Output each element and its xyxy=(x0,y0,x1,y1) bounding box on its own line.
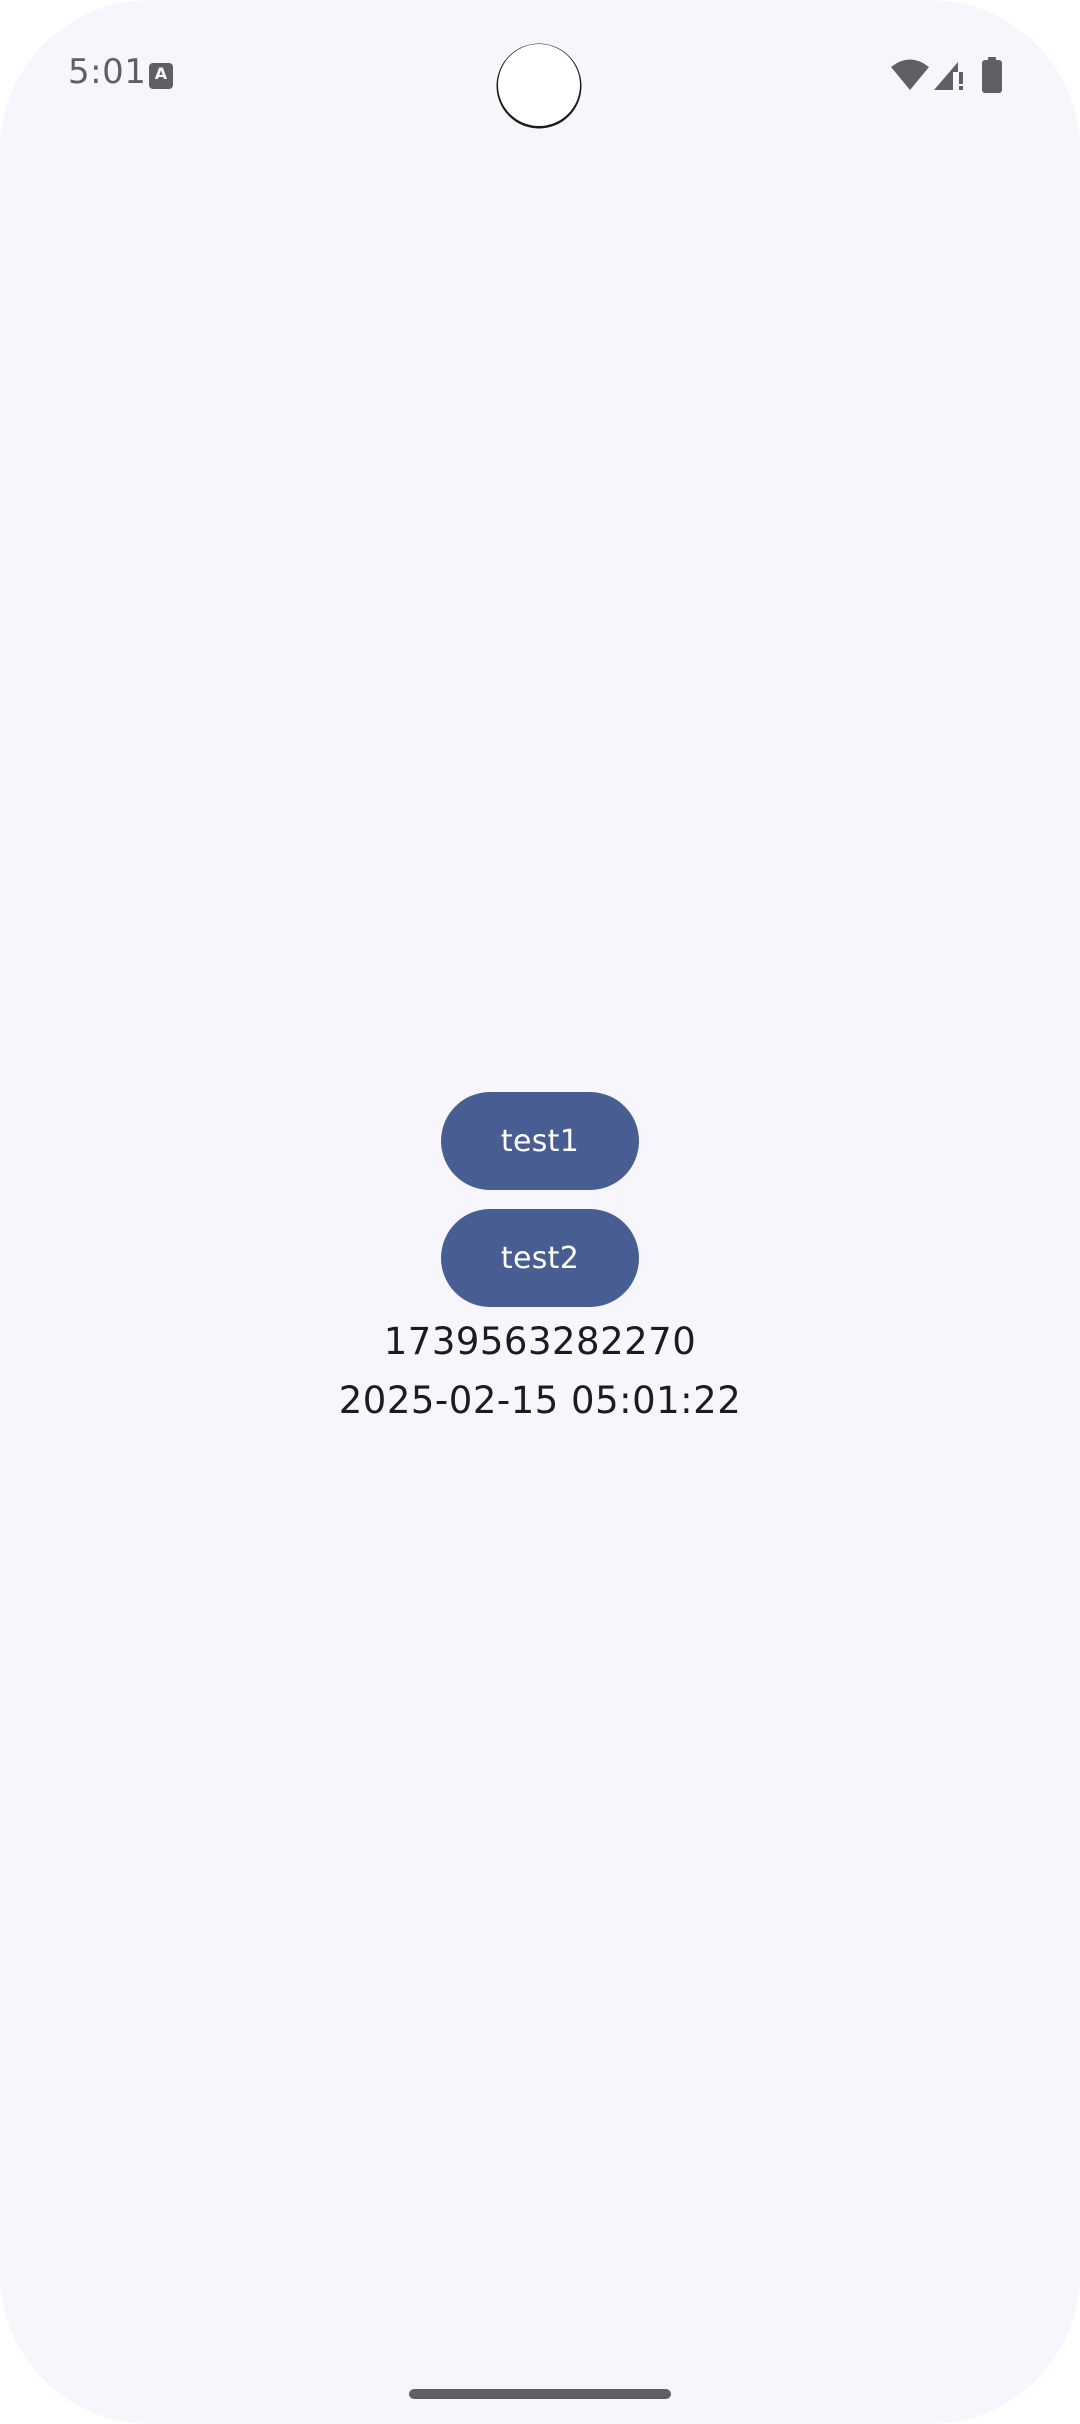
main-content: test1 test2 1739563282270 2025-02-15 05:… xyxy=(0,0,1080,2424)
test1-button[interactable]: test1 xyxy=(441,1092,639,1190)
home-indicator[interactable] xyxy=(409,2389,671,2399)
datetime-text: 2025-02-15 05:01:22 xyxy=(338,1379,742,1422)
test2-button[interactable]: test2 xyxy=(441,1209,639,1307)
timestamp-text: 1739563282270 xyxy=(383,1320,697,1363)
phone-screen: 5:01 A test1 test2 1739563282270 2025-02… xyxy=(0,0,1080,2424)
